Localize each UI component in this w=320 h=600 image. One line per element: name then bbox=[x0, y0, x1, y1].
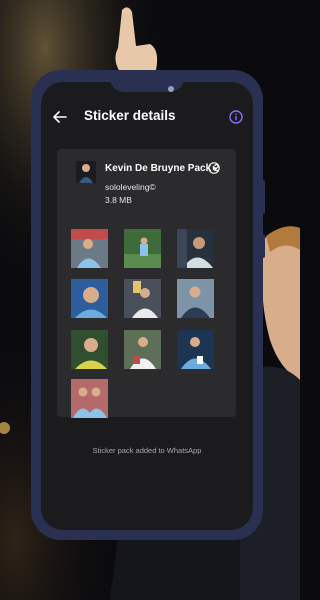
sticker-thumbnail[interactable] bbox=[124, 330, 161, 369]
pack-size: 3.8 MB bbox=[105, 195, 132, 205]
status-message: Sticker pack added to WhatsApp bbox=[92, 446, 202, 455]
sticker-thumbnail[interactable] bbox=[177, 229, 214, 268]
sticker-thumbnail[interactable] bbox=[71, 379, 108, 418]
sticker-thumbnail[interactable] bbox=[71, 229, 108, 268]
pack-publisher: sololeveling© bbox=[105, 182, 156, 192]
back-arrow-icon[interactable] bbox=[51, 108, 69, 126]
phone-camera bbox=[168, 86, 174, 92]
pack-title: Kevin De Bruyne Pack 2 bbox=[105, 163, 220, 174]
pack-tray-icon bbox=[76, 161, 96, 183]
app-bar: Sticker details bbox=[41, 102, 253, 132]
sticker-thumbnail[interactable] bbox=[177, 330, 214, 369]
info-icon[interactable] bbox=[229, 110, 243, 124]
app-screen: Sticker details Kevin De Bruyne Pack 2 s… bbox=[41, 82, 253, 530]
sticker-thumbnail[interactable] bbox=[177, 279, 214, 318]
sticker-pack-card: Kevin De Bruyne Pack 2 sololeveling© 3.8… bbox=[57, 149, 236, 418]
sticker-thumbnail[interactable] bbox=[71, 330, 108, 369]
sticker-thumbnail[interactable] bbox=[124, 229, 161, 268]
sticker-thumbnail[interactable] bbox=[71, 279, 108, 318]
play-icon[interactable] bbox=[208, 162, 220, 174]
sticker-thumbnail[interactable] bbox=[124, 279, 161, 318]
page-title: Sticker details bbox=[84, 108, 176, 123]
